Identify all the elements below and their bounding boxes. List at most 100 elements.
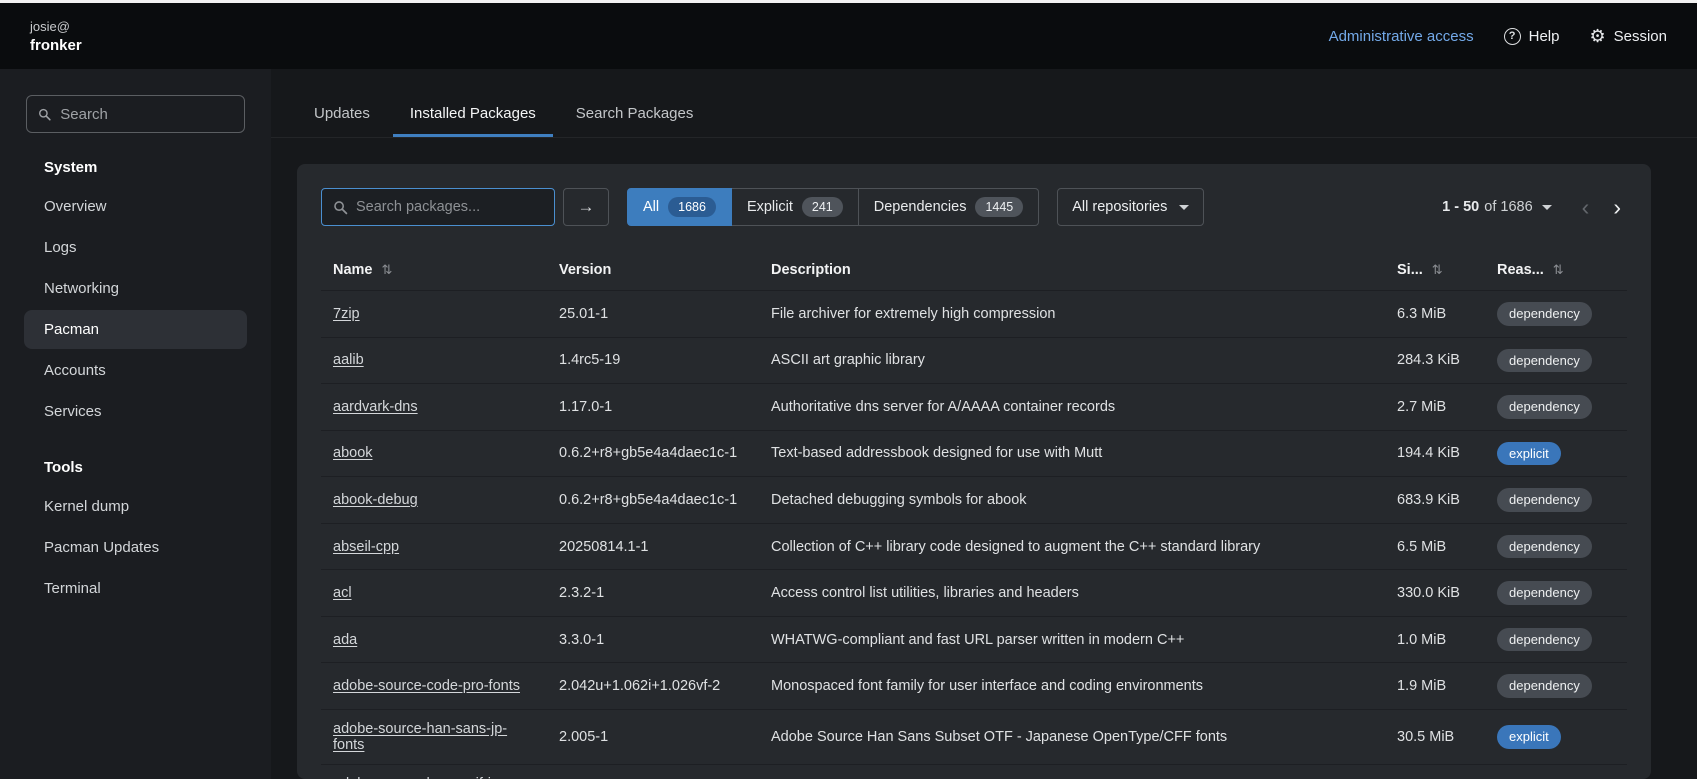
tab-search-packages[interactable]: Search Packages <box>559 95 711 137</box>
body-row: SystemOverviewLogsNetworkingPacmanAccoun… <box>0 69 1697 779</box>
reason-cell: dependency <box>1485 477 1627 524</box>
reason-badge: dependency <box>1497 581 1592 605</box>
description-cell: Adobe Source Han Serif Subset OTF - Japa… <box>759 764 1385 779</box>
size-cell: 2.7 MiB <box>1385 384 1485 431</box>
package-link[interactable]: adobe-source-code-pro-fonts <box>333 678 520 694</box>
sidebar-search-input[interactable] <box>60 106 233 123</box>
table-body: 7zip25.01-1File archiver for extremely h… <box>321 291 1627 779</box>
help-menu-button[interactable]: ? Help <box>1504 28 1560 45</box>
version-cell: 0.6.2+r8+gb5e4a4daec1c-1 <box>547 430 759 477</box>
sidebar-item-kernel-dump[interactable]: Kernel dump <box>24 487 247 526</box>
search-submit-button[interactable]: → <box>563 188 609 226</box>
size-cell: 41.4 MiB <box>1385 764 1485 779</box>
next-page-button[interactable]: › <box>1607 196 1627 219</box>
session-label: Session <box>1614 28 1667 45</box>
column-header-name[interactable]: Name⇅ <box>321 250 547 291</box>
filter-explicit[interactable]: Explicit 241 <box>732 188 859 226</box>
sidebar-item-pacman[interactable]: Pacman <box>24 310 247 349</box>
filter-count-badge: 1445 <box>975 197 1023 218</box>
package-link[interactable]: aalib <box>333 352 364 368</box>
name-cell: aardvark-dns <box>321 384 547 431</box>
table-row: aalib1.4rc5-19ASCII art graphic library2… <box>321 337 1627 384</box>
filter-label: Explicit <box>747 199 793 215</box>
filter-all[interactable]: All1686 <box>627 188 732 226</box>
package-link[interactable]: abook <box>333 445 373 461</box>
size-cell: 1.0 MiB <box>1385 616 1485 663</box>
size-cell: 1.9 MiB <box>1385 663 1485 710</box>
sidebar-item-terminal[interactable]: Terminal <box>24 569 247 608</box>
version-cell: 2.3.2-1 <box>547 570 759 617</box>
reason-badge: explicit <box>1497 442 1561 466</box>
help-label: Help <box>1529 28 1560 45</box>
filter-count-badge: 241 <box>802 197 843 218</box>
reason-badge: dependency <box>1497 395 1592 419</box>
host-switcher[interactable]: josie@ fronker <box>30 19 82 54</box>
repository-select[interactable]: All repositories <box>1057 188 1204 226</box>
size-cell: 330.0 KiB <box>1385 570 1485 617</box>
version-cell: 2.003-1 <box>547 764 759 779</box>
sidebar-item-logs[interactable]: Logs <box>24 228 247 267</box>
app-root: josie@ fronker Administrative access ? H… <box>0 0 1697 779</box>
sidebar-item-services[interactable]: Services <box>24 392 247 431</box>
tab-installed-packages[interactable]: Installed Packages <box>393 95 553 137</box>
session-menu-button[interactable]: ⚙ Session <box>1589 27 1667 45</box>
table-row: 7zip25.01-1File archiver for extremely h… <box>321 291 1627 338</box>
sidebar-item-overview[interactable]: Overview <box>24 187 247 226</box>
size-cell: 6.5 MiB <box>1385 523 1485 570</box>
package-link[interactable]: adobe-source-han-sans-jp-fonts <box>333 721 507 753</box>
gear-icon: ⚙ <box>1589 27 1605 45</box>
filter-label: All <box>643 199 659 215</box>
help-icon: ? <box>1504 28 1521 45</box>
sidebar-item-networking[interactable]: Networking <box>24 269 247 308</box>
package-link[interactable]: abseil-cpp <box>333 539 399 555</box>
package-link[interactable]: acl <box>333 585 352 601</box>
administrative-access-link[interactable]: Administrative access <box>1329 28 1474 45</box>
pagination-menu-toggle[interactable]: 1 - 50of 1686 <box>1442 199 1551 215</box>
reason-cell: dependency <box>1485 570 1627 617</box>
filter-toggle-group: All1686 Explicit 241 Dependencies1445 <box>627 188 1039 226</box>
reason-badge: dependency <box>1497 349 1592 373</box>
description-cell: Access control list utilities, libraries… <box>759 570 1385 617</box>
column-header-version: Version <box>547 250 759 291</box>
tab-updates[interactable]: Updates <box>297 95 387 137</box>
description-cell: Authoritative dns server for A/AAAA cont… <box>759 384 1385 431</box>
table-row: adobe-source-code-pro-fonts2.042u+1.062i… <box>321 663 1627 710</box>
size-cell: 30.5 MiB <box>1385 709 1485 764</box>
description-cell: Collection of C++ library code designed … <box>759 523 1385 570</box>
sort-icon[interactable]: ⇅ <box>1432 262 1443 277</box>
masthead-actions: Administrative access ? Help ⚙ Session <box>1329 27 1667 45</box>
column-header-si[interactable]: Si...⇅ <box>1385 250 1485 291</box>
package-link[interactable]: 7zip <box>333 306 360 322</box>
column-header-reas[interactable]: Reas...⇅ <box>1485 250 1627 291</box>
package-search-input[interactable] <box>356 199 543 215</box>
table-row: abook-debug0.6.2+r8+gb5e4a4daec1c-1Detac… <box>321 477 1627 524</box>
reason-cell: dependency <box>1485 337 1627 384</box>
reason-cell: dependency <box>1485 616 1627 663</box>
package-link[interactable]: aardvark-dns <box>333 399 418 415</box>
column-label: Version <box>559 262 611 278</box>
sort-icon[interactable]: ⇅ <box>382 262 393 277</box>
reason-badge: dependency <box>1497 628 1592 652</box>
package-link[interactable]: abook-debug <box>333 492 418 508</box>
reason-cell: explicit <box>1485 430 1627 477</box>
filter-dependencies[interactable]: Dependencies1445 <box>859 188 1040 226</box>
version-cell: 3.3.0-1 <box>547 616 759 663</box>
name-cell: abook-debug <box>321 477 547 524</box>
size-cell: 683.9 KiB <box>1385 477 1485 524</box>
reason-cell: explicit <box>1485 764 1627 779</box>
name-cell: acl <box>321 570 547 617</box>
sidebar-item-pacman-updates[interactable]: Pacman Updates <box>24 528 247 567</box>
package-link[interactable]: ada <box>333 632 357 648</box>
sidebar-item-accounts[interactable]: Accounts <box>24 351 247 390</box>
reason-cell: dependency <box>1485 663 1627 710</box>
previous-page-button[interactable]: ‹ <box>1576 196 1596 219</box>
version-cell: 25.01-1 <box>547 291 759 338</box>
sort-icon[interactable]: ⇅ <box>1553 262 1564 277</box>
search-icon <box>38 107 51 122</box>
package-search-group <box>321 188 555 226</box>
size-cell: 284.3 KiB <box>1385 337 1485 384</box>
table-row: ada3.3.0-1WHATWG-compliant and fast URL … <box>321 616 1627 663</box>
masthead: josie@ fronker Administrative access ? H… <box>0 3 1697 69</box>
chevron-down-icon <box>1179 205 1189 210</box>
logged-in-user: josie@ <box>30 19 82 34</box>
